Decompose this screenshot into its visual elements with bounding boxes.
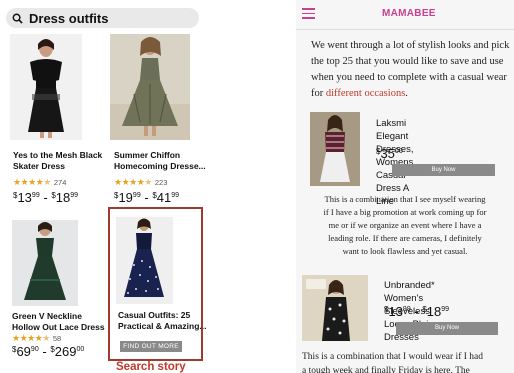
buy-now-button[interactable]: Buy Now (396, 322, 498, 335)
search-bar[interactable]: Dress outfits (6, 8, 199, 28)
star-rating: ★★★★★ 58 (12, 333, 62, 343)
find-out-more-button[interactable]: FIND OUT MORE (120, 341, 182, 352)
header-divider (296, 29, 514, 30)
result-image[interactable] (110, 34, 190, 140)
result-title[interactable]: Yes to the Mesh Black Skater Dress (13, 150, 102, 172)
article-intro: We went through a lot of stylish looks a… (311, 40, 510, 99)
buy-now-button[interactable]: Buy Now (392, 164, 495, 176)
search-results-panel: Dress outfits Yes to the Mesh Black Skat… (0, 0, 218, 373)
search-icon (12, 13, 23, 24)
star-rating: ★★★★★ 274 (13, 177, 67, 187)
price-range: $1399 - $1899 (13, 190, 79, 205)
hamburger-menu-icon[interactable] (302, 8, 315, 19)
product-price: $1399 - $1899 (384, 304, 450, 319)
product-image[interactable] (310, 112, 360, 186)
star-rating: ★★★★★ 223 (114, 177, 168, 187)
product-image[interactable] (302, 275, 368, 341)
article-paragraph-1: This is a combination that I see myself … (323, 194, 487, 256)
article-panel: MAMABEE We went through a lot of stylish… (296, 0, 514, 373)
price-range: $6990 - $26900 (12, 344, 85, 359)
brand-logo[interactable]: MAMABEE (382, 8, 436, 19)
product-price: $3500 (376, 146, 403, 161)
article-paragraph-2: This is a combination that I would wear … (302, 352, 483, 373)
search-story-caption: Search story (116, 361, 186, 373)
occasions-link[interactable]: different occasions (326, 88, 405, 99)
result-image[interactable] (10, 34, 82, 140)
result-title[interactable]: Summer Chiffon Homecoming Dresse... (114, 150, 206, 172)
article-header: MAMABEE (296, 0, 514, 28)
result-image[interactable] (12, 220, 78, 306)
price-range: $1999 - $4199 (114, 190, 180, 205)
search-query: Dress outfits (29, 10, 109, 26)
story-highlight-frame (108, 207, 203, 361)
result-title[interactable]: Green V Neckline Hollow Out Lace Dress (12, 311, 105, 333)
